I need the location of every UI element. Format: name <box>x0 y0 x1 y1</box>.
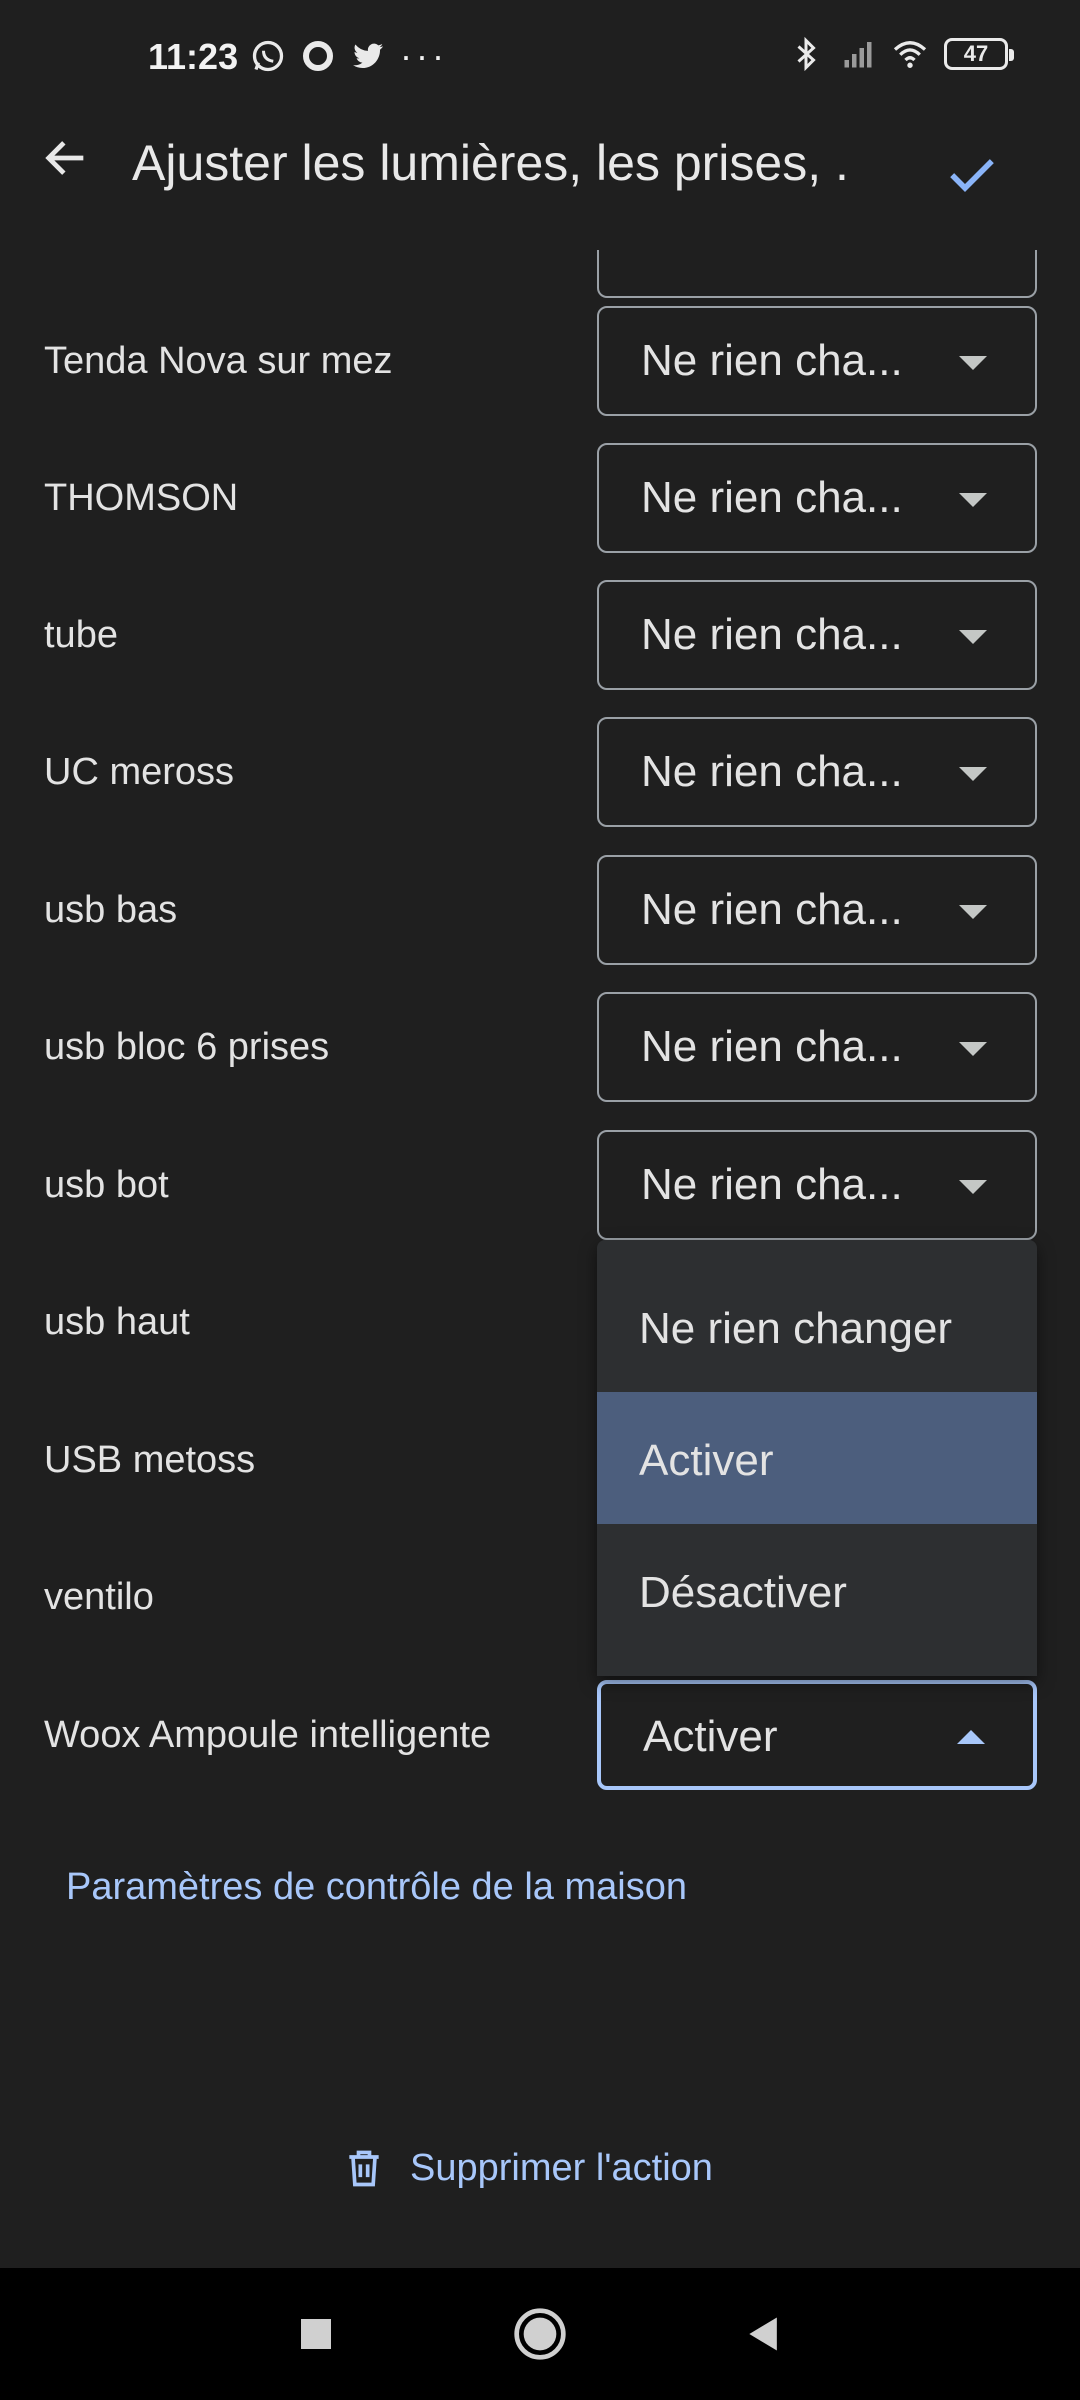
select-value: Ne rien cha... <box>641 1022 903 1071</box>
bluetooth-icon <box>797 36 816 72</box>
delete-action-button[interactable]: Supprimer l'action <box>342 2146 713 2190</box>
home-button[interactable] <box>508 2302 572 2366</box>
list-item: THOMSON Ne rien cha... <box>0 443 1080 553</box>
device-name: Woox Ampoule intelligente <box>44 1714 492 1756</box>
dropdown-arrow-icon <box>959 1180 987 1194</box>
select-value: Ne rien cha... <box>641 747 903 796</box>
navigation-bar <box>0 2268 1080 2400</box>
delete-action-label: Supprimer l'action <box>410 2146 713 2189</box>
action-select[interactable]: Ne rien cha... <box>597 443 1037 553</box>
list-item: Tenda Nova sur mez Ne rien cha... <box>0 306 1080 416</box>
action-select-open[interactable]: Activer <box>597 1680 1037 1790</box>
list-item: usb bot Ne rien cha... <box>0 1130 1080 1240</box>
menu-option-activate[interactable]: Activer <box>597 1392 1037 1524</box>
recents-button[interactable] <box>284 2302 348 2366</box>
notification-icons: ··· <box>250 38 448 74</box>
arrow-left-icon <box>45 141 84 175</box>
device-name: USB metoss <box>44 1439 256 1481</box>
device-name: Tenda Nova sur mez <box>44 340 393 382</box>
list-item: UC meross Ne rien cha... <box>0 717 1080 827</box>
menu-option-label: Activer <box>639 1436 774 1485</box>
list-item: usb bas Ne rien cha... <box>0 855 1080 965</box>
action-select[interactable]: Ne rien cha... <box>597 1130 1037 1240</box>
device-name: usb bas <box>44 889 178 931</box>
circle-app-icon <box>303 41 333 71</box>
back-nav-button[interactable] <box>732 2302 796 2366</box>
select-value: Ne rien cha... <box>641 1160 903 1209</box>
action-select[interactable]: Ne rien cha... <box>597 855 1037 965</box>
action-select[interactable]: Ne rien cha... <box>597 306 1037 416</box>
home-circle-icon <box>514 2308 566 2360</box>
select-value: Activer <box>643 1712 778 1761</box>
select-value: Ne rien cha... <box>641 473 903 522</box>
dropdown-arrow-icon <box>959 356 987 370</box>
device-name: usb bot <box>44 1164 169 1206</box>
screen: 11:23 ··· 47 Ajuster les lumières, les p… <box>0 0 1080 2400</box>
signal-icon <box>844 42 872 68</box>
dropdown-arrow-icon <box>959 1042 987 1056</box>
device-name: tube <box>44 614 118 656</box>
list-item: usb bloc 6 prises Ne rien cha... <box>0 992 1080 1102</box>
back-button[interactable] <box>34 126 98 190</box>
action-select[interactable]: Ne rien cha... <box>597 580 1037 690</box>
trash-icon <box>349 2150 379 2187</box>
whatsapp-icon <box>252 40 284 72</box>
dropdown-arrow-icon <box>959 630 987 644</box>
battery-level: 47 <box>963 41 989 66</box>
select-value: Ne rien cha... <box>641 610 903 659</box>
square-icon <box>301 2319 331 2349</box>
home-control-settings-link[interactable]: Paramètres de contrôle de la maison <box>66 1866 687 1909</box>
system-icons: 47 <box>788 36 1014 72</box>
page-title: Ajuster les lumières, les prises, ... <box>132 135 852 191</box>
status-time: 11:23 <box>148 36 239 77</box>
previous-select-partial[interactable] <box>597 250 1037 298</box>
app-bar: Ajuster les lumières, les prises, ... <box>0 120 1080 230</box>
status-bar: 11:23 ··· 47 <box>0 0 1080 120</box>
menu-option-no-change[interactable]: Ne rien changer <box>597 1260 1037 1392</box>
triangle-back-icon <box>749 2317 777 2351</box>
device-name: THOMSON <box>44 477 239 519</box>
select-value: Ne rien cha... <box>641 885 903 934</box>
dropdown-arrow-icon <box>959 493 987 507</box>
select-value: Ne rien cha... <box>641 336 903 385</box>
more-dots-icon: ··· <box>400 35 448 76</box>
menu-option-label: Ne rien changer <box>639 1304 953 1353</box>
dropdown-arrow-up-icon <box>957 1730 985 1744</box>
confirm-button[interactable] <box>940 142 1004 206</box>
menu-option-label: Désactiver <box>639 1568 847 1617</box>
list-item: Woox Ampoule intelligente Activer <box>0 1680 1080 1790</box>
device-name: UC meross <box>44 751 235 793</box>
device-name: usb bloc 6 prises <box>44 1026 330 1068</box>
list-item: tube Ne rien cha... <box>0 580 1080 690</box>
device-name: ventilo <box>44 1576 154 1618</box>
menu-option-deactivate[interactable]: Désactiver <box>597 1524 1037 1656</box>
action-select[interactable]: Ne rien cha... <box>597 717 1037 827</box>
wifi-icon <box>893 41 927 68</box>
check-icon <box>950 159 994 192</box>
dropdown-arrow-icon <box>959 905 987 919</box>
dropdown-menu: Ne rien changer Activer Désactiver <box>597 1240 1037 1676</box>
dropdown-arrow-icon <box>959 767 987 781</box>
twitter-icon <box>353 43 383 68</box>
device-name: usb haut <box>44 1301 190 1343</box>
action-select[interactable]: Ne rien cha... <box>597 992 1037 1102</box>
battery-icon: 47 <box>944 38 1014 70</box>
